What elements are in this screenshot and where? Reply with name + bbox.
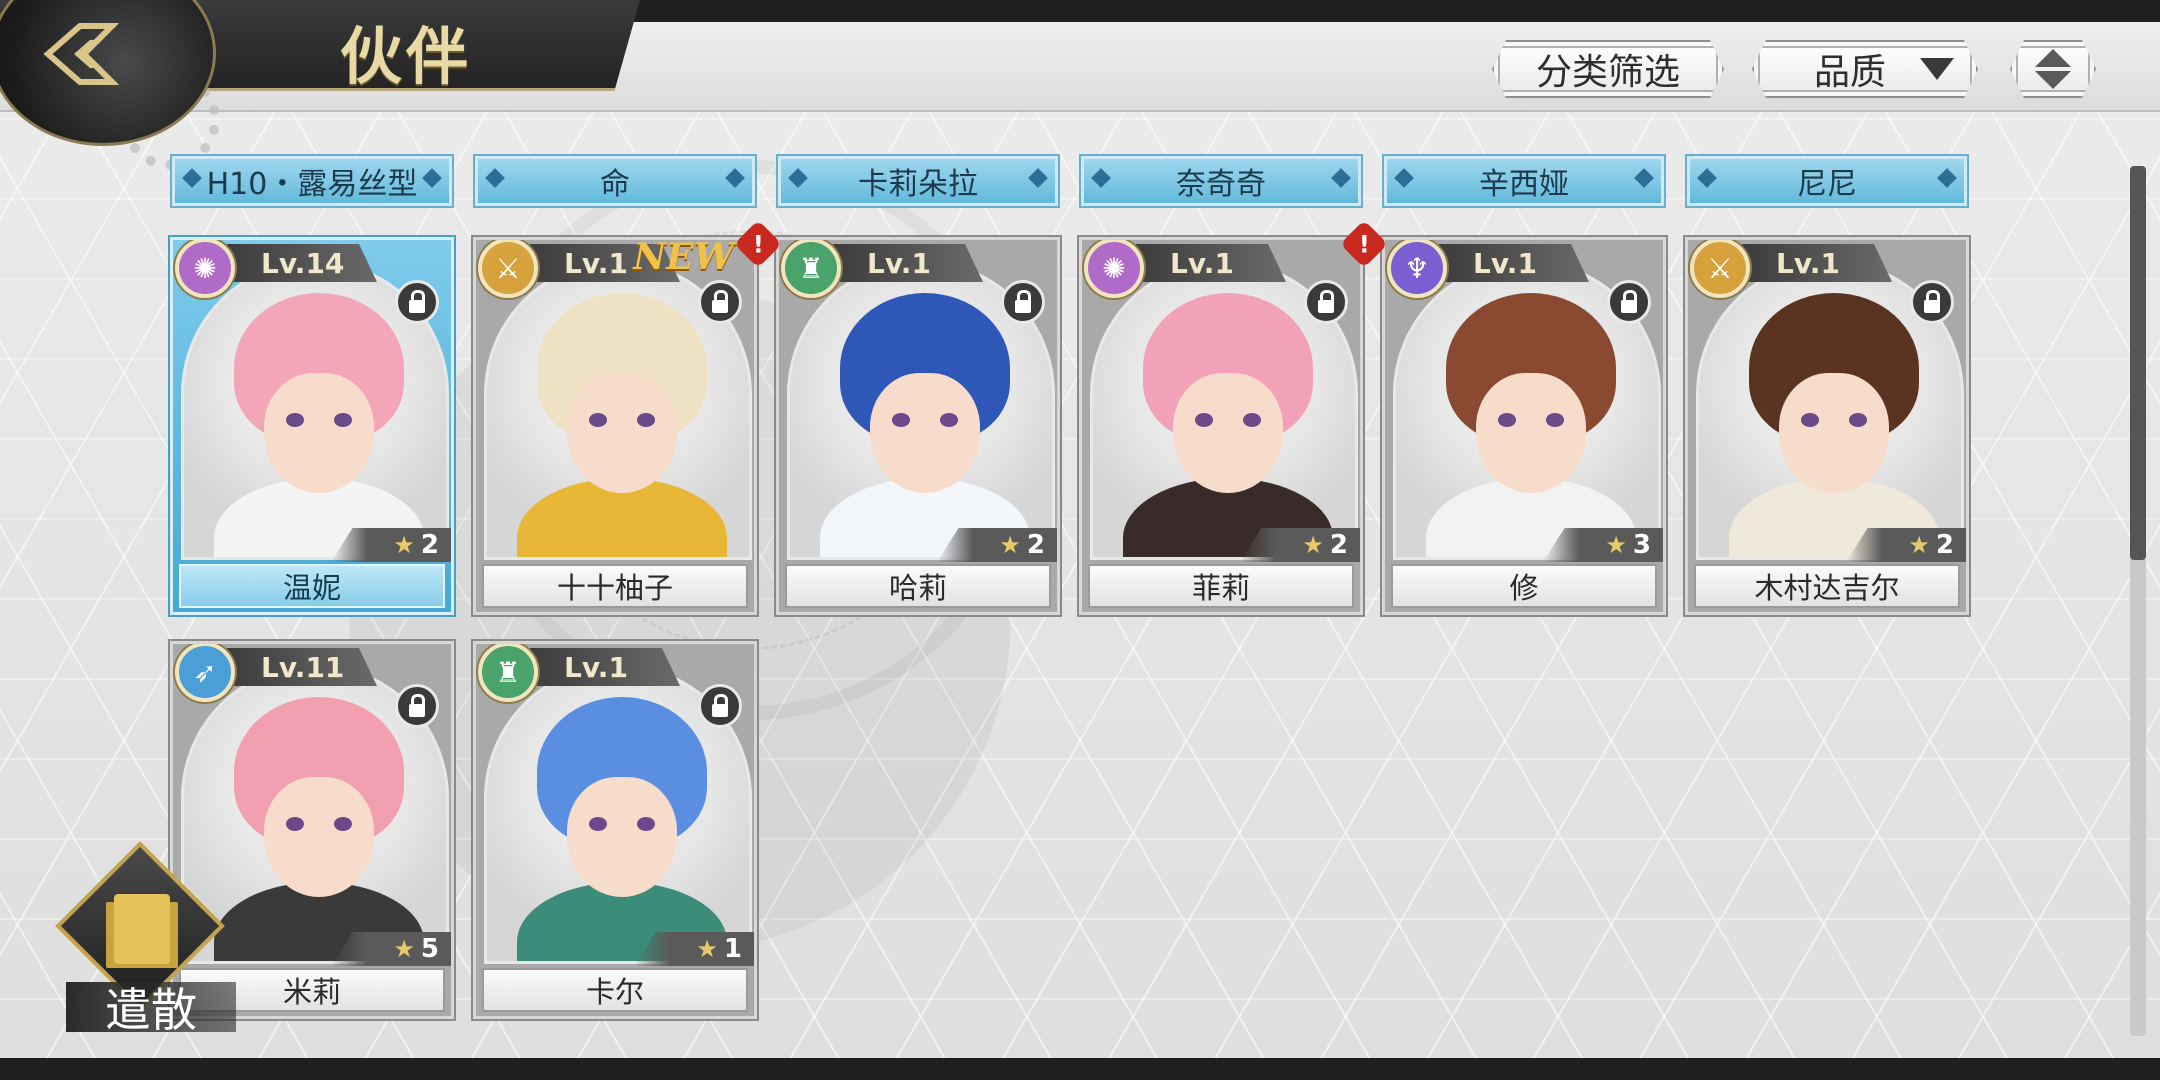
class-emblem-icon: ♆	[1387, 240, 1447, 298]
level-badge: Lv.1	[833, 244, 983, 282]
lock-icon[interactable]	[698, 280, 742, 324]
lock-icon[interactable]	[1304, 280, 1348, 324]
portrait-face	[567, 777, 677, 897]
class-emblem-icon: ⚔	[1690, 240, 1750, 298]
star-icon: ★	[1605, 531, 1627, 559]
partner-name-bar-top[interactable]: 辛西娅	[1384, 156, 1664, 206]
class-emblem-icon: ➶	[175, 644, 235, 702]
partner-name: 哈莉	[785, 564, 1051, 608]
partner-name-bar-top[interactable]: 尼尼	[1687, 156, 1967, 206]
portrait-face	[264, 777, 374, 897]
partner-card[interactable]: Lv.1 ⚔ ★ 2 木村达吉尔	[1685, 237, 1969, 615]
portrait-eye	[334, 413, 352, 427]
class-emblem-icon: ♜	[478, 644, 538, 702]
portrait-face	[870, 373, 980, 493]
portrait-face	[1476, 373, 1586, 493]
partner-name: 木村达吉尔	[1694, 564, 1960, 608]
alert-mark: !	[752, 229, 764, 258]
level-badge: Lv.1	[1136, 244, 1286, 282]
dismiss-button[interactable]: 遣散	[55, 841, 236, 1038]
star-rank-value: 2	[1329, 530, 1348, 560]
star-rank-value: 2	[1935, 530, 1954, 560]
partner-name-bar-top[interactable]: 卡莉朵拉	[778, 156, 1058, 206]
lock-icon[interactable]	[698, 684, 742, 728]
category-filter-label: 分类筛选	[1535, 52, 1680, 93]
portrait-eye	[286, 817, 304, 831]
portrait-eye	[1195, 413, 1213, 427]
star-rank-value: 3	[1632, 530, 1651, 560]
star-rank-value: 2	[1026, 530, 1045, 560]
lock-icon[interactable]	[1607, 280, 1651, 324]
scrollbar-thumb[interactable]	[2130, 166, 2146, 560]
portrait-eye	[589, 817, 607, 831]
category-filter-button[interactable]: 分类筛选	[1492, 40, 1724, 98]
level-badge: Lv.1	[530, 648, 680, 686]
dismiss-label: 遣散	[66, 982, 236, 1037]
portrait-eye	[286, 413, 304, 427]
dismiss-cards-icon	[114, 894, 170, 964]
portrait-eye	[589, 413, 607, 427]
portrait-face	[1779, 373, 1889, 493]
partner-name: 温妮	[179, 564, 445, 608]
partner-name-bar-top[interactable]: 奈奇奇	[1081, 156, 1361, 206]
sort-order-button[interactable]	[2010, 40, 2096, 98]
lock-icon[interactable]	[395, 280, 439, 324]
quality-sort-dropdown[interactable]: 品质	[1752, 40, 1978, 98]
portrait-face	[1173, 373, 1283, 493]
sort-toggle-icon	[2033, 47, 2073, 91]
star-icon: ★	[696, 935, 718, 963]
partner-name: 十十柚子	[482, 564, 748, 608]
back-button[interactable]	[0, 0, 216, 146]
class-emblem-icon: ✺	[175, 240, 235, 298]
portrait-eye	[940, 413, 958, 427]
partner-card[interactable]: Lv.1 ⚔ 十十柚子 NEW	[473, 237, 757, 615]
star-rank-value: 5	[420, 934, 439, 964]
star-icon: ★	[1908, 531, 1930, 559]
star-rank-value: 2	[420, 530, 439, 560]
level-badge: Lv.1	[1742, 244, 1892, 282]
page-title: 伙伴	[340, 20, 473, 93]
star-icon: ★	[393, 935, 415, 963]
star-icon: ★	[999, 531, 1021, 559]
star-rank-value: 1	[723, 934, 742, 964]
portrait-eye	[637, 413, 655, 427]
chevron-down-icon	[1920, 58, 1954, 80]
portrait-eye	[334, 817, 352, 831]
partner-name-bar-top[interactable]: H10・露易丝型	[172, 156, 452, 206]
alert-mark: !	[1358, 229, 1370, 258]
portrait-eye	[1849, 413, 1867, 427]
star-icon: ★	[393, 531, 415, 559]
partner-name-bar-top[interactable]: 命	[475, 156, 755, 206]
portrait-eye	[892, 413, 910, 427]
portrait-eye	[1546, 413, 1564, 427]
level-badge: Lv.1	[1439, 244, 1589, 282]
lock-icon[interactable]	[1001, 280, 1045, 324]
partner-name: 菲莉	[1088, 564, 1354, 608]
class-emblem-icon: ✺	[1084, 240, 1144, 298]
class-emblem-icon: ⚔	[478, 240, 538, 298]
portrait-eye	[1801, 413, 1819, 427]
lock-icon[interactable]	[1910, 280, 1954, 324]
partner-card[interactable]: Lv.1 ♜ ★ 2 哈莉	[776, 237, 1060, 615]
level-badge: Lv.11	[227, 648, 377, 686]
back-arrow-icon	[43, 23, 120, 85]
portrait-eye	[637, 817, 655, 831]
star-icon: ★	[1302, 531, 1324, 559]
level-badge: Lv.14	[227, 244, 377, 282]
partner-card[interactable]: Lv.14 ✺ ★ 2 温妮	[170, 237, 454, 615]
partner-card[interactable]: Lv.1 ✺ ★ 2 菲莉	[1079, 237, 1363, 615]
partner-name: 修	[1391, 564, 1657, 608]
footer-strip	[0, 1058, 2160, 1080]
portrait-eye	[1243, 413, 1261, 427]
quality-sort-label: 品质	[1814, 52, 1887, 93]
new-tag: NEW	[633, 237, 734, 278]
portrait-face	[567, 373, 677, 493]
lock-icon[interactable]	[395, 684, 439, 728]
partner-card[interactable]: Lv.1 ♜ ★ 1 卡尔	[473, 641, 757, 1019]
partner-card[interactable]: Lv.1 ♆ ★ 3 修	[1382, 237, 1666, 615]
portrait-eye	[1498, 413, 1516, 427]
class-emblem-icon: ♜	[781, 240, 841, 298]
portrait-face	[264, 373, 374, 493]
partner-name: 卡尔	[482, 968, 748, 1012]
